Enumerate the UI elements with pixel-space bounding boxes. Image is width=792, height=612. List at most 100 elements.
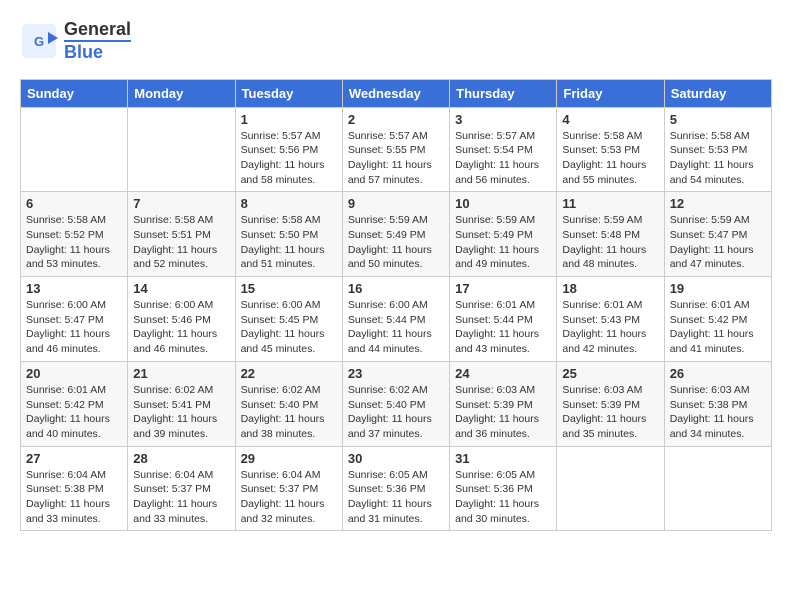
calendar-cell: 7Sunrise: 5:58 AMSunset: 5:51 PMDaylight… (128, 192, 235, 277)
day-info: Sunrise: 6:02 AMSunset: 5:40 PMDaylight:… (348, 383, 444, 442)
day-number: 18 (562, 281, 658, 296)
day-info: Sunrise: 6:03 AMSunset: 5:38 PMDaylight:… (670, 383, 766, 442)
day-info: Sunrise: 6:04 AMSunset: 5:38 PMDaylight:… (26, 468, 122, 527)
day-number: 9 (348, 196, 444, 211)
calendar-cell: 9 Sunrise: 5:59 AMSunset: 5:49 PMDaylight… (342, 192, 449, 277)
day-info: Sunrise: 5:57 AMSunset: 5:54 PMDaylight:… (455, 129, 551, 188)
calendar-cell: 13 Sunrise: 6:00 AMSunset: 5:47 PMDayligh… (21, 277, 128, 362)
calendar-cell: 28Sunrise: 6:04 AMSunset: 5:37 PMDayligh… (128, 446, 235, 531)
col-sunday: Sunday (21, 79, 128, 107)
day-info: Sunrise: 6:00 AMSunset: 5:46 PMDaylight:… (133, 298, 229, 357)
day-info: Sunrise: 6:01 AMSunset: 5:42 PMDaylight:… (670, 298, 766, 357)
day-number: 8 (241, 196, 337, 211)
calendar-cell: 5Sunrise: 5:58 AMSunset: 5:53 PMDaylight… (664, 107, 771, 192)
calendar-cell: 14 Sunrise: 6:00 AMSunset: 5:46 PMDayligh… (128, 277, 235, 362)
col-tuesday: Tuesday (235, 79, 342, 107)
svg-text:G: G (34, 34, 44, 49)
day-info: Sunrise: 6:01 AMSunset: 5:42 PMDaylight:… (26, 383, 122, 442)
day-info: Sunrise: 5:57 AMSunset: 5:55 PMDaylight:… (348, 129, 444, 188)
day-info: Sunrise: 6:00 AMSunset: 5:44 PMDaylight:… (348, 298, 444, 357)
header-row: Sunday Monday Tuesday Wednesday Thursday… (21, 79, 772, 107)
day-info: Sunrise: 6:02 AMSunset: 5:40 PMDaylight:… (241, 383, 337, 442)
day-number: 11 (562, 196, 658, 211)
day-number: 3 (455, 112, 551, 127)
calendar-cell: 10 Sunrise: 5:59 AMSunset: 5:49 PMDayligh… (450, 192, 557, 277)
day-number: 6 (26, 196, 122, 211)
calendar-cell (664, 446, 771, 531)
calendar-cell (557, 446, 664, 531)
calendar-week-4: 20 Sunrise: 6:01 AMSunset: 5:42 PMDayligh… (21, 361, 772, 446)
day-info: Sunrise: 6:05 AMSunset: 5:36 PMDaylight:… (348, 468, 444, 527)
calendar-cell: 8 Sunrise: 5:58 AMSunset: 5:50 PMDaylight… (235, 192, 342, 277)
calendar-cell: 19 Sunrise: 6:01 AMSunset: 5:42 PMDayligh… (664, 277, 771, 362)
day-number: 1 (241, 112, 337, 127)
day-number: 30 (348, 451, 444, 466)
day-number: 22 (241, 366, 337, 381)
col-friday: Friday (557, 79, 664, 107)
day-number: 10 (455, 196, 551, 211)
calendar-cell (21, 107, 128, 192)
calendar-cell: 29 Sunrise: 6:04 AMSunset: 5:37 PMDayligh… (235, 446, 342, 531)
day-info: Sunrise: 6:00 AMSunset: 5:47 PMDaylight:… (26, 298, 122, 357)
day-info: Sunrise: 5:58 AMSunset: 5:50 PMDaylight:… (241, 213, 337, 272)
day-info: Sunrise: 6:04 AMSunset: 5:37 PMDaylight:… (241, 468, 337, 527)
col-saturday: Saturday (664, 79, 771, 107)
col-monday: Monday (128, 79, 235, 107)
day-info: Sunrise: 6:03 AMSunset: 5:39 PMDaylight:… (562, 383, 658, 442)
day-info: Sunrise: 5:59 AMSunset: 5:47 PMDaylight:… (670, 213, 766, 272)
calendar-cell: 12 Sunrise: 5:59 AMSunset: 5:47 PMDayligh… (664, 192, 771, 277)
calendar-cell: 3 Sunrise: 5:57 AMSunset: 5:54 PMDaylight… (450, 107, 557, 192)
day-info: Sunrise: 6:05 AMSunset: 5:36 PMDaylight:… (455, 468, 551, 527)
day-info: Sunrise: 5:58 AMSunset: 5:53 PMDaylight:… (562, 129, 658, 188)
day-info: Sunrise: 5:58 AMSunset: 5:52 PMDaylight:… (26, 213, 122, 272)
day-info: Sunrise: 6:01 AMSunset: 5:43 PMDaylight:… (562, 298, 658, 357)
calendar-table: Sunday Monday Tuesday Wednesday Thursday… (20, 79, 772, 532)
calendar-body: 1 Sunrise: 5:57 AMSunset: 5:56 PMDaylight… (21, 107, 772, 531)
day-number: 31 (455, 451, 551, 466)
day-number: 2 (348, 112, 444, 127)
calendar-cell: 21 Sunrise: 6:02 AMSunset: 5:41 PMDayligh… (128, 361, 235, 446)
day-number: 17 (455, 281, 551, 296)
day-number: 16 (348, 281, 444, 296)
calendar-cell: 2 Sunrise: 5:57 AMSunset: 5:55 PMDaylight… (342, 107, 449, 192)
day-number: 7 (133, 196, 229, 211)
calendar-cell: 15Sunrise: 6:00 AMSunset: 5:45 PMDayligh… (235, 277, 342, 362)
day-number: 29 (241, 451, 337, 466)
calendar-cell: 22 Sunrise: 6:02 AMSunset: 5:40 PMDayligh… (235, 361, 342, 446)
day-number: 19 (670, 281, 766, 296)
day-info: Sunrise: 6:03 AMSunset: 5:39 PMDaylight:… (455, 383, 551, 442)
day-number: 25 (562, 366, 658, 381)
logo-blue: Blue (64, 40, 131, 63)
calendar-cell: 24 Sunrise: 6:03 AMSunset: 5:39 PMDayligh… (450, 361, 557, 446)
calendar-cell: 1 Sunrise: 5:57 AMSunset: 5:56 PMDaylight… (235, 107, 342, 192)
day-number: 13 (26, 281, 122, 296)
calendar-week-2: 6 Sunrise: 5:58 AMSunset: 5:52 PMDaylight… (21, 192, 772, 277)
day-number: 12 (670, 196, 766, 211)
calendar-cell: 30 Sunrise: 6:05 AMSunset: 5:36 PMDayligh… (342, 446, 449, 531)
calendar-cell: 16 Sunrise: 6:00 AMSunset: 5:44 PMDayligh… (342, 277, 449, 362)
day-info: Sunrise: 6:02 AMSunset: 5:41 PMDaylight:… (133, 383, 229, 442)
calendar-cell: 27Sunrise: 6:04 AMSunset: 5:38 PMDayligh… (21, 446, 128, 531)
calendar-cell: 4Sunrise: 5:58 AMSunset: 5:53 PMDaylight… (557, 107, 664, 192)
col-wednesday: Wednesday (342, 79, 449, 107)
day-info: Sunrise: 6:00 AMSunset: 5:45 PMDaylight:… (241, 298, 337, 357)
logo-icon: G (20, 22, 58, 60)
calendar-week-1: 1 Sunrise: 5:57 AMSunset: 5:56 PMDaylight… (21, 107, 772, 192)
day-info: Sunrise: 5:57 AMSunset: 5:56 PMDaylight:… (241, 129, 337, 188)
calendar-cell: 20 Sunrise: 6:01 AMSunset: 5:42 PMDayligh… (21, 361, 128, 446)
calendar-cell: 25 Sunrise: 6:03 AMSunset: 5:39 PMDayligh… (557, 361, 664, 446)
day-info: Sunrise: 5:59 AMSunset: 5:49 PMDaylight:… (455, 213, 551, 272)
calendar-cell: 11Sunrise: 5:59 AMSunset: 5:48 PMDayligh… (557, 192, 664, 277)
day-number: 28 (133, 451, 229, 466)
calendar-cell: 6 Sunrise: 5:58 AMSunset: 5:52 PMDaylight… (21, 192, 128, 277)
col-thursday: Thursday (450, 79, 557, 107)
day-number: 14 (133, 281, 229, 296)
day-number: 21 (133, 366, 229, 381)
day-info: Sunrise: 5:59 AMSunset: 5:49 PMDaylight:… (348, 213, 444, 272)
logo-general: General (64, 20, 131, 40)
day-number: 20 (26, 366, 122, 381)
page-header: G General Blue (20, 20, 772, 63)
day-number: 24 (455, 366, 551, 381)
day-number: 23 (348, 366, 444, 381)
calendar-cell: 23 Sunrise: 6:02 AMSunset: 5:40 PMDayligh… (342, 361, 449, 446)
